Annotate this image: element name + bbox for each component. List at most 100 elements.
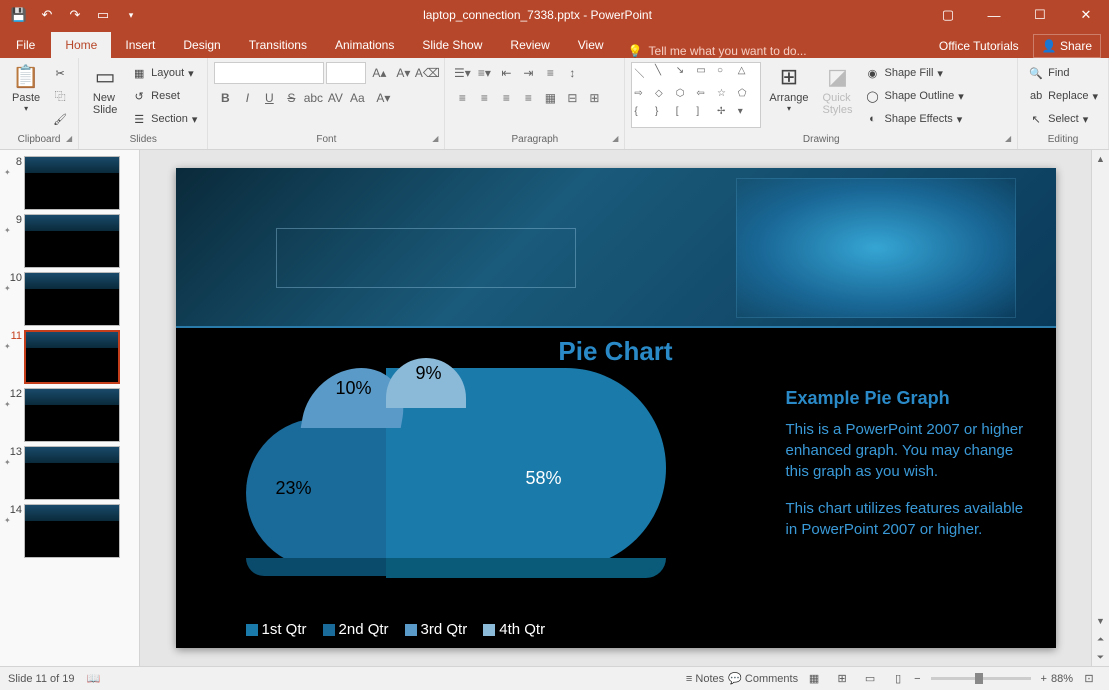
shape-brace-icon[interactable]: { — [634, 106, 655, 125]
tab-review[interactable]: Review — [496, 32, 563, 58]
justify-button[interactable]: ≡ — [517, 87, 539, 109]
tab-home[interactable]: Home — [51, 32, 111, 58]
select-button[interactable]: ↖Select ▾ — [1024, 108, 1102, 130]
reading-view-icon[interactable]: ▭ — [858, 669, 882, 689]
shadow-button[interactable]: abc — [302, 87, 324, 109]
notes-button[interactable]: ≡ Notes — [686, 673, 724, 685]
reset-button[interactable]: ↺Reset — [127, 85, 201, 107]
prev-slide-icon[interactable]: ⏶ — [1092, 630, 1109, 648]
comments-button[interactable]: 💬 Comments — [728, 672, 798, 685]
share-button[interactable]: 👤 Share — [1033, 34, 1101, 58]
shape-triangle-icon[interactable]: △ — [738, 65, 759, 88]
spellcheck-icon[interactable]: 📖 — [86, 672, 100, 685]
close-icon[interactable]: ✕ — [1063, 0, 1109, 30]
shape-star-icon[interactable]: ☆ — [717, 88, 738, 107]
shape-callout-icon[interactable]: ⬠ — [738, 88, 759, 107]
shape-bracket-icon[interactable]: [ — [676, 106, 697, 125]
thumbnail-10[interactable]: 10✦ — [0, 270, 139, 328]
office-tutorials-link[interactable]: Office Tutorials — [939, 39, 1019, 53]
columns-button[interactable]: ▦ — [539, 87, 561, 109]
decrease-font-icon[interactable]: A▾ — [392, 62, 414, 84]
italic-button[interactable]: I — [236, 87, 258, 109]
scroll-up-icon[interactable]: ▲ — [1092, 150, 1109, 168]
minimize-icon[interactable]: — — [971, 0, 1017, 30]
align-text-button[interactable]: ⊟ — [561, 87, 583, 109]
ribbon-options-icon[interactable]: ▢ — [925, 0, 971, 30]
shape-rect-icon[interactable]: ▭ — [696, 65, 717, 88]
shape-arrow2-icon[interactable]: ⇦ — [696, 88, 717, 107]
start-slideshow-icon[interactable]: ▭ — [90, 2, 116, 28]
shape-arrow-icon[interactable]: ⇨ — [634, 88, 655, 107]
bullets-button[interactable]: ☰▾ — [451, 62, 473, 84]
tab-design[interactable]: Design — [169, 32, 234, 58]
shape-oval-icon[interactable]: ○ — [717, 65, 738, 88]
increase-indent-button[interactable]: ⇥ — [517, 62, 539, 84]
font-size-combo[interactable] — [326, 62, 366, 84]
scroll-down-icon[interactable]: ▼ — [1092, 612, 1109, 630]
layout-button[interactable]: ▦Layout ▾ — [127, 62, 201, 84]
copy-button[interactable]: ⿻ — [48, 85, 72, 107]
pie-chart[interactable]: 58% 23% 10% 9% 1st Qtr 2nd Qtr 3rd Qtr 4… — [206, 368, 746, 638]
zoom-slider[interactable] — [931, 677, 1031, 680]
thumbnail-11[interactable]: 11✦ — [0, 328, 139, 386]
shapes-more-icon[interactable]: ▾ — [738, 106, 759, 125]
line-spacing-button[interactable]: ≡ — [539, 62, 561, 84]
shape-hex-icon[interactable]: ⬡ — [676, 88, 697, 107]
shape-connector-icon[interactable]: ↘ — [676, 65, 697, 88]
qat-dropdown-icon[interactable]: ▾ — [118, 2, 144, 28]
paragraph-launcher-icon[interactable]: ◢ — [612, 134, 618, 143]
shape-fill-button[interactable]: ◉Shape Fill ▾ — [860, 62, 967, 84]
tab-transitions[interactable]: Transitions — [235, 32, 321, 58]
font-color-button[interactable]: A▾ — [368, 87, 398, 109]
tab-view[interactable]: View — [564, 32, 618, 58]
char-spacing-button[interactable]: AV — [324, 87, 346, 109]
shape-bracket2-icon[interactable]: ] — [696, 106, 717, 125]
normal-view-icon[interactable]: ▦ — [802, 669, 826, 689]
find-button[interactable]: 🔍Find — [1024, 62, 1102, 84]
decrease-indent-button[interactable]: ⇤ — [495, 62, 517, 84]
paste-button[interactable]: 📋 Paste▾ — [6, 62, 46, 115]
next-slide-icon[interactable]: ⏷ — [1092, 648, 1109, 666]
slide-title-text[interactable]: Pie Chart — [176, 336, 1056, 367]
cut-button[interactable]: ✂ — [48, 62, 72, 84]
maximize-icon[interactable]: ☐ — [1017, 0, 1063, 30]
shape-brace2-icon[interactable]: } — [655, 106, 676, 125]
align-right-button[interactable]: ≡ — [495, 87, 517, 109]
tell-me-search[interactable]: 💡 Tell me what you want to do... — [618, 44, 931, 58]
thumbnail-9[interactable]: 9✦ — [0, 212, 139, 270]
numbering-button[interactable]: ≡▾ — [473, 62, 495, 84]
strikethrough-button[interactable]: S — [280, 87, 302, 109]
clipboard-launcher-icon[interactable]: ◢ — [66, 134, 72, 143]
thumbnail-8[interactable]: 8✦ — [0, 154, 139, 212]
tab-insert[interactable]: Insert — [111, 32, 169, 58]
tab-slideshow[interactable]: Slide Show — [408, 32, 496, 58]
text-direction-button[interactable]: ↕ — [561, 62, 583, 84]
save-icon[interactable]: 💾 — [6, 2, 32, 28]
increase-font-icon[interactable]: A▴ — [368, 62, 390, 84]
sorter-view-icon[interactable]: ⊞ — [830, 669, 854, 689]
clear-format-icon[interactable]: A⌫ — [416, 62, 438, 84]
bold-button[interactable]: B — [214, 87, 236, 109]
shape-diamond-icon[interactable]: ◇ — [655, 88, 676, 107]
shape-effects-button[interactable]: ◐Shape Effects ▾ — [860, 108, 967, 130]
smartart-button[interactable]: ⊞ — [583, 87, 605, 109]
shape-plus-icon[interactable]: ✢ — [717, 106, 738, 125]
shape-line-icon[interactable]: ＼ — [634, 65, 655, 88]
redo-icon[interactable]: ↷ — [62, 2, 88, 28]
shapes-gallery[interactable]: ＼╲↘▭○△ ⇨◇⬡⇦☆⬠ {}[]✢▾ — [631, 62, 761, 128]
align-center-button[interactable]: ≡ — [473, 87, 495, 109]
underline-button[interactable]: U — [258, 87, 280, 109]
slide-canvas[interactable]: Pie Chart 58% 23% 10% 9% 1st Qtr — [176, 168, 1056, 648]
slideshow-view-icon[interactable]: ▯ — [886, 669, 910, 689]
tab-file[interactable]: File — [0, 32, 51, 58]
undo-icon[interactable]: ↶ — [34, 2, 60, 28]
thumbnail-13[interactable]: 13✦ — [0, 444, 139, 502]
quick-styles-button[interactable]: ◪Quick Styles — [817, 62, 859, 118]
font-name-combo[interactable] — [214, 62, 324, 84]
section-button[interactable]: ☰Section ▾ — [127, 108, 201, 130]
vertical-scrollbar[interactable]: ▲ ▼ ⏶ ⏷ — [1091, 150, 1109, 666]
slide-position-label[interactable]: Slide 11 of 19 — [8, 673, 74, 685]
zoom-out-button[interactable]: − — [914, 673, 920, 685]
new-slide-button[interactable]: ▭ New Slide — [85, 62, 125, 118]
thumbnail-14[interactable]: 14✦ — [0, 502, 139, 560]
